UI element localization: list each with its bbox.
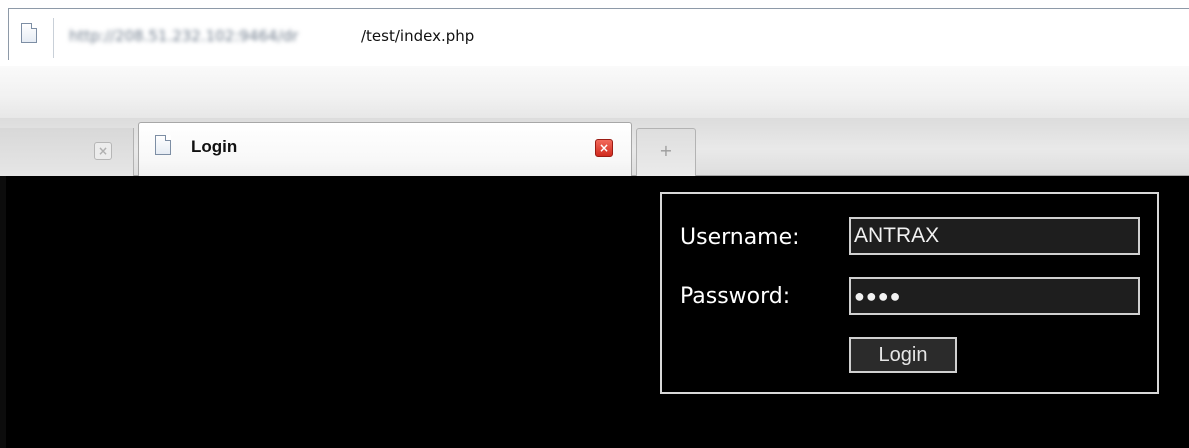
address-row: http://208.51.232.102:9464/dr /test/inde…	[0, 0, 1189, 66]
close-icon[interactable]: ×	[595, 139, 613, 157]
password-label: Password:	[680, 284, 791, 309]
username-field[interactable]	[849, 217, 1140, 255]
page-content: Username: Password: Login	[0, 176, 1189, 448]
url-path: /test/index.php	[361, 27, 475, 45]
page-icon	[21, 23, 37, 43]
url-host: http://208.51.232.102:9464/dr	[69, 27, 299, 45]
username-label: Username:	[680, 225, 800, 250]
password-field[interactable]	[849, 277, 1140, 315]
tab-inactive[interactable]: ×	[0, 128, 134, 176]
new-tab-button[interactable]: +	[636, 128, 696, 176]
tab-title: Login	[191, 137, 238, 156]
plus-icon: +	[659, 141, 673, 160]
login-panel: Username: Password: Login	[660, 192, 1159, 394]
toolbar-row	[0, 66, 1189, 118]
login-button[interactable]: Login	[849, 337, 957, 373]
close-icon[interactable]: ×	[94, 142, 112, 160]
tab-strip: × Login × +	[0, 118, 1189, 176]
address-divider	[53, 18, 54, 58]
address-bar[interactable]: http://208.51.232.102:9464/dr /test/inde…	[8, 8, 1189, 60]
page-icon	[155, 135, 171, 155]
left-strip	[0, 176, 6, 448]
tab-login[interactable]: Login ×	[138, 122, 632, 176]
